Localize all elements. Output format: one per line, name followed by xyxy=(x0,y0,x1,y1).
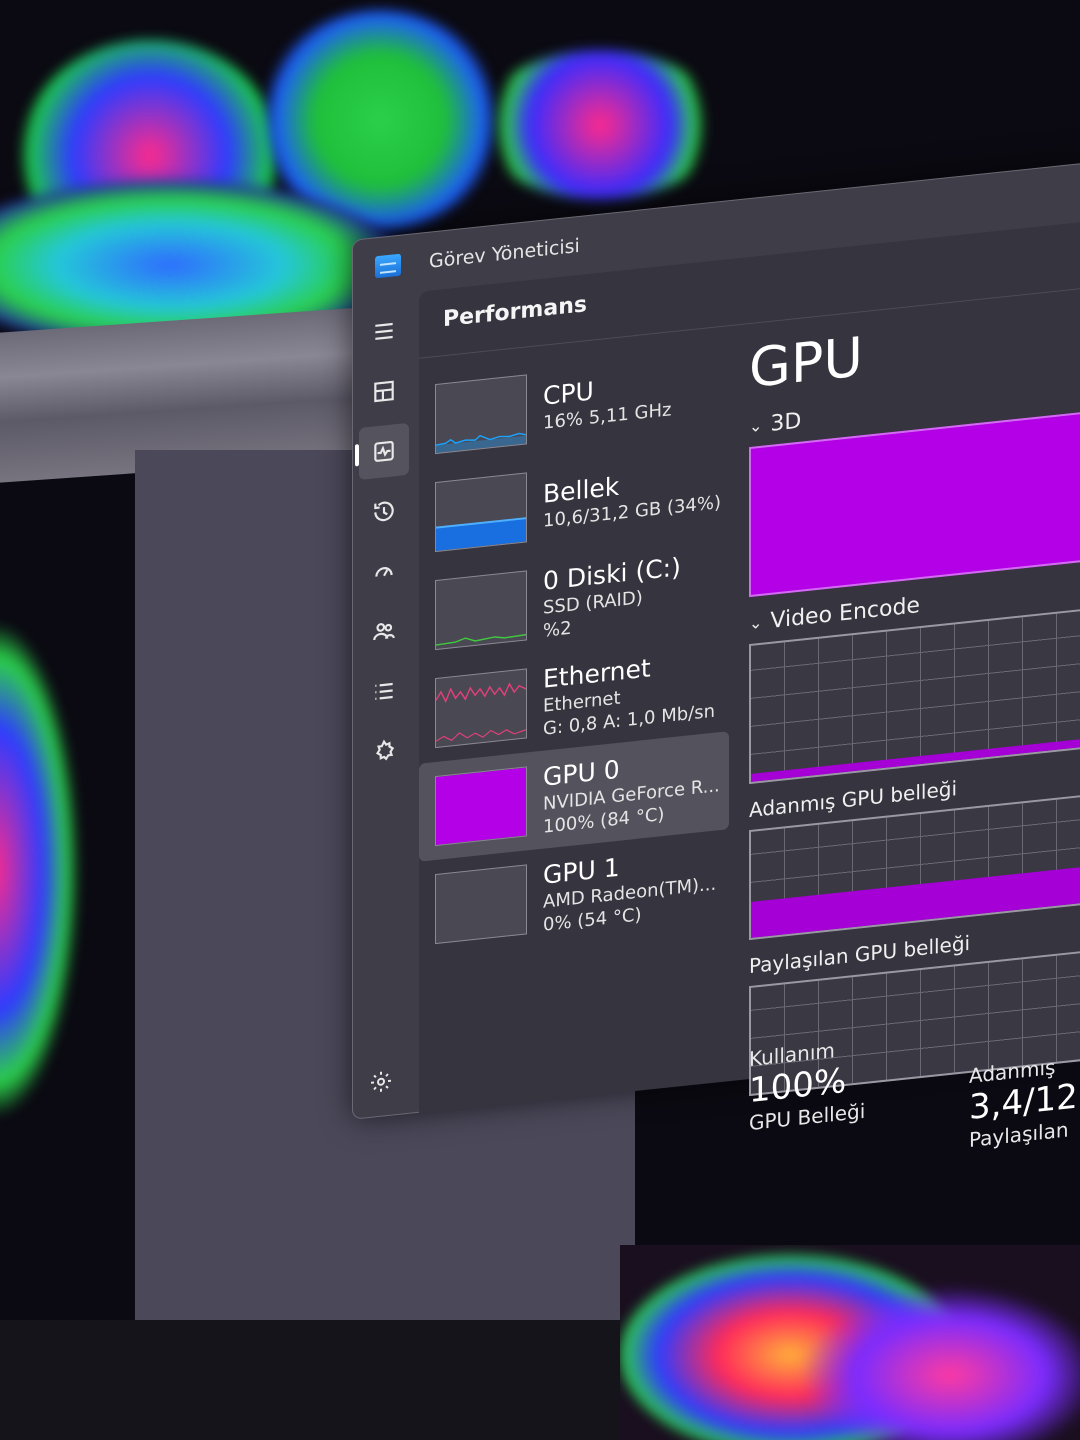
task-manager-window: Görev Yöneticisi Performans CPU 16% 5,11… xyxy=(352,162,1080,1152)
details-icon xyxy=(375,682,393,700)
device-list: CPU 16% 5,11 GHz Bellek 10,6/31,2 GB (34… xyxy=(419,339,729,960)
nav-app-history[interactable] xyxy=(359,483,409,540)
nav-services[interactable] xyxy=(359,723,409,780)
nav-startup-apps[interactable] xyxy=(359,543,409,600)
nav-users[interactable] xyxy=(359,603,409,660)
settings-button[interactable] xyxy=(369,1068,399,1101)
disk-mini-graph xyxy=(435,570,527,651)
nav-performance[interactable] xyxy=(359,422,409,481)
graph-video-encode xyxy=(749,608,1080,785)
graph-3d-usage xyxy=(749,411,1080,598)
engine-label: 3D xyxy=(770,408,802,437)
chevron-down-icon: ⌄ xyxy=(749,415,763,437)
nav-processes[interactable] xyxy=(359,363,409,420)
ethernet-mini-graph xyxy=(435,668,527,749)
gear-icon xyxy=(371,1071,391,1092)
navigation-rail xyxy=(353,292,415,1121)
cpu-mini-graph xyxy=(435,374,527,455)
gpu0-mini-graph xyxy=(435,766,527,847)
hamburger-menu-button[interactable] xyxy=(359,303,409,360)
memory-mini-graph xyxy=(435,472,527,553)
hamburger-icon xyxy=(375,322,393,340)
history-icon xyxy=(374,501,394,522)
performance-icon xyxy=(374,440,394,462)
users-icon xyxy=(373,623,395,641)
gpu1-mini-graph xyxy=(435,864,527,945)
performance-content: Performans CPU 16% 5,11 GHz Bellek 10,6/… xyxy=(419,220,1080,1152)
window-title: Görev Yöneticisi xyxy=(429,234,580,273)
services-icon xyxy=(375,739,395,761)
gpu-detail-panel: GPU ⌄ 3D ⌄ Video Encode Adanmış GPU bell… xyxy=(749,299,1080,1097)
chevron-down-icon: ⌄ xyxy=(749,612,763,634)
task-manager-app-icon xyxy=(375,253,401,279)
processes-icon xyxy=(374,380,394,403)
page-title: Performans xyxy=(443,292,587,333)
startup-icon xyxy=(375,567,393,577)
nav-details[interactable] xyxy=(359,663,409,720)
task-manager-perspective: Görev Yöneticisi Performans CPU 16% 5,11… xyxy=(0,0,1080,1440)
